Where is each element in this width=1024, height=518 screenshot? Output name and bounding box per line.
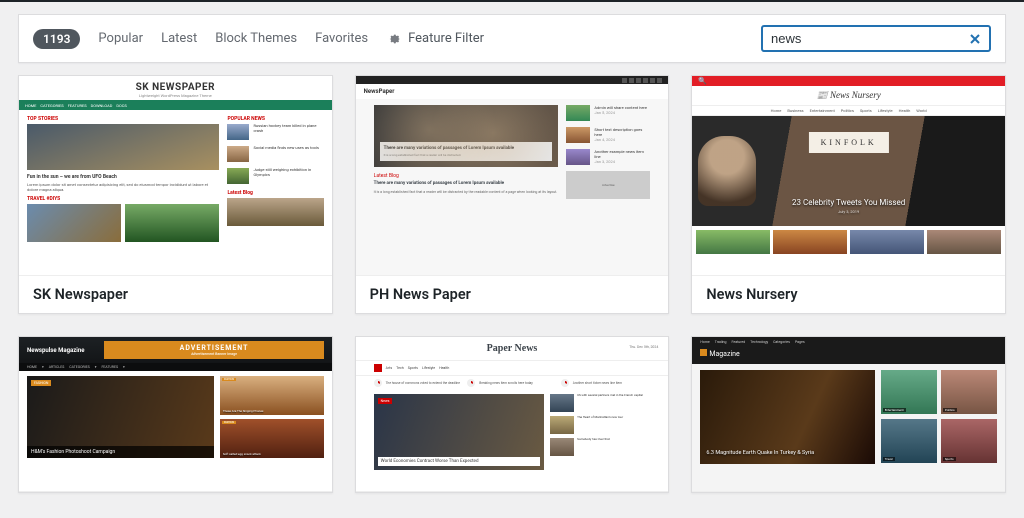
theme-card-paper-news[interactable]: Paper News Thu. Dec 5th, 2024 Arts Tech …	[355, 336, 670, 493]
theme-thumbnail: NewsPaper There are many variations of p…	[356, 76, 669, 276]
search-box[interactable]	[761, 25, 991, 52]
theme-name: SK Newspaper	[19, 276, 332, 313]
result-count-badge: 1193	[33, 29, 80, 49]
theme-grid: SK NEWSPAPER Lightweight WordPress Magaz…	[0, 75, 1024, 511]
gear-icon	[386, 31, 402, 47]
theme-card-news-nursery[interactable]: News Nursery Home Business Entertainment…	[691, 75, 1006, 314]
theme-card-ph-news-paper[interactable]: NewsPaper There are many variations of p…	[355, 75, 670, 314]
filter-block-themes[interactable]: Block Themes	[215, 31, 297, 46]
theme-name: News Nursery	[692, 276, 1005, 313]
clear-search-icon[interactable]	[969, 33, 981, 45]
thumb-logo: SK NEWSPAPER	[19, 82, 332, 93]
theme-thumbnail: Newspulse Magazine ADVERTISEMENTAdvertis…	[19, 337, 332, 492]
filter-popular[interactable]: Popular	[98, 31, 143, 46]
theme-card-magazine[interactable]: Home Trading Featured Technology Categor…	[691, 336, 1006, 493]
feature-filter-toggle[interactable]: Feature Filter	[386, 31, 484, 47]
theme-card-newspulse[interactable]: Newspulse Magazine ADVERTISEMENTAdvertis…	[18, 336, 333, 493]
theme-card-sk-newspaper[interactable]: SK NEWSPAPER Lightweight WordPress Magaz…	[18, 75, 333, 314]
theme-filter-bar: 1193 Popular Latest Block Themes Favorit…	[18, 14, 1006, 63]
feature-filter-label: Feature Filter	[408, 31, 484, 46]
theme-thumbnail: News Nursery Home Business Entertainment…	[692, 76, 1005, 276]
theme-thumbnail: SK NEWSPAPER Lightweight WordPress Magaz…	[19, 76, 332, 276]
theme-thumbnail: Home Trading Featured Technology Categor…	[692, 337, 1005, 492]
theme-name: PH News Paper	[356, 276, 669, 313]
theme-thumbnail: Paper News Thu. Dec 5th, 2024 Arts Tech …	[356, 337, 669, 492]
filter-latest[interactable]: Latest	[161, 31, 197, 46]
filter-favorites[interactable]: Favorites	[315, 31, 368, 46]
search-input[interactable]	[771, 31, 969, 46]
